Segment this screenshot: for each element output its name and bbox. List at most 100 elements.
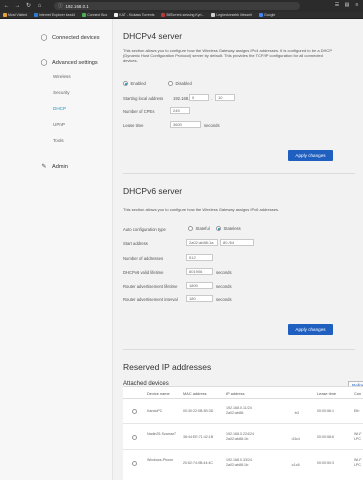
library-icon[interactable]: ☰ — [334, 2, 340, 8]
starting-address-octet3-input[interactable]: 0 — [189, 94, 209, 101]
dhcpv6-apply-button[interactable]: Apply changes — [288, 324, 333, 335]
url-bar[interactable]: ⓘ 192.168.0.1 — [54, 2, 300, 10]
sidebar-icon[interactable]: ▤ — [344, 2, 350, 8]
lease-time: 00:00:58:6 — [317, 435, 334, 439]
bookmark-icon — [82, 13, 86, 17]
router-adv-lifetime-label: Router advertisement lifetime — [123, 284, 178, 289]
starting-address-prefix: 192.168. — [173, 96, 190, 101]
bookmark-item[interactable]: Legkedvesebb lítészeti — [211, 13, 252, 17]
lease-time: 00:00:56:1 — [317, 409, 334, 413]
router-adv-lifetime-input[interactable]: 1800 — [186, 282, 213, 289]
sidebar-item-wireless[interactable]: Wireless — [53, 74, 71, 79]
bookmark-icon — [259, 13, 263, 17]
forward-icon[interactable]: → — [13, 2, 22, 11]
valid-lifetime-label: DHCPv6 valid lifetime — [123, 270, 164, 275]
home-icon[interactable]: ⌂ — [35, 2, 44, 11]
bookmark-item[interactable]: Most Visited — [3, 13, 27, 17]
reserved-ip-title: Reserved IP addresses — [123, 362, 212, 372]
num-addresses-label: Number of addresses — [123, 256, 164, 261]
back-icon[interactable]: ← — [2, 2, 11, 11]
start-address-input[interactable]: 2a02:ab88:1a — [186, 239, 218, 246]
radio-unchecked-icon — [188, 226, 193, 231]
url-text: 192.168.0.1 — [65, 3, 89, 9]
sidebar-item-security[interactable]: Security — [53, 90, 70, 95]
octet-separator: . — [211, 96, 213, 101]
ipv6-suffix: :b3 — [294, 411, 299, 415]
lease-time-input[interactable]: 3600 — [170, 121, 201, 128]
lease-time-label: Lease time — [123, 123, 144, 128]
bookmark-icon — [211, 13, 215, 17]
valid-lifetime-unit: seconds — [216, 270, 232, 275]
dhcpv4-enabled-radio[interactable]: Enabled — [123, 81, 146, 86]
ipv4-address: 192.168.0.33/24 — [226, 458, 252, 462]
settings-icon: ◯ — [40, 60, 48, 66]
starting-address-label: Starting local address — [123, 96, 164, 101]
router-adv-interval-input[interactable]: 180 — [186, 295, 213, 302]
info-icon: ⓘ — [58, 3, 63, 8]
dhcpv4-disabled-radio[interactable]: Disabled — [168, 81, 192, 86]
mac-address: 38:44:EE:71:42:1B — [183, 435, 214, 439]
router-adv-lifetime-unit: seconds — [216, 284, 232, 289]
row-select-radio[interactable] — [132, 435, 137, 440]
ipv6-address: 2a02:ab88: — [226, 411, 244, 415]
table-row[interactable]: KandoPC 00:30:22:0B:3B:3D 192.168.0.11/2… — [123, 399, 363, 424]
sidebar-connected-devices[interactable]: ◯ Connected devices — [40, 34, 100, 42]
bookmark-item[interactable]: BitTorrent-sessing Kyri... — [161, 13, 204, 17]
table-row[interactable]: Nadin25-Szamar7 38:44:EE:71:42:1B 192.16… — [123, 425, 363, 450]
table-row[interactable]: Windows-Phone 20:62:74:0B:44:4C 192.168.… — [123, 451, 363, 476]
column-header: MAC address — [183, 390, 207, 396]
device-name: KandoPC — [147, 409, 163, 413]
radio-checked-icon — [123, 81, 128, 86]
bookmark-icon — [3, 13, 7, 17]
dhcpv4-apply-button[interactable]: Apply changes — [288, 150, 333, 161]
start-address-suffix-input[interactable]: 80 /64 — [220, 239, 254, 246]
stateless-radio[interactable]: Stateless — [216, 226, 241, 231]
dhcpv6-title: DHCPv6 server — [123, 186, 183, 196]
bookmark-icon — [34, 13, 38, 17]
section-divider — [123, 349, 355, 350]
pencil-icon: ✎ — [41, 164, 47, 170]
router-adv-interval-unit: seconds — [216, 297, 232, 302]
column-header: IP address — [226, 390, 245, 396]
lease-time: 00:00:50:3 — [317, 461, 334, 465]
ipv4-address: 192.168.0.11/24 — [226, 406, 252, 410]
starting-address-octet4-input[interactable]: 10 — [215, 94, 235, 101]
row-select-radio[interactable] — [132, 409, 137, 414]
bookmark-item[interactable]: Connect Box — [82, 13, 107, 17]
bookmark-icon — [161, 13, 165, 17]
column-header: Device name — [147, 390, 170, 396]
dhcpv6-description: This section allows you to configure how… — [123, 207, 280, 212]
sidebar-item-tools[interactable]: Tools — [53, 138, 64, 143]
num-cpes-input[interactable]: 245 — [170, 107, 190, 114]
bookmark-item[interactable]: KAT - Kickass Torrents — [114, 13, 154, 17]
sidebar-item-dhcp[interactable]: DHCP — [53, 106, 66, 111]
num-cpes-label: Number of CPEs — [123, 109, 155, 114]
sidebar-item-upnp[interactable]: UPnP — [53, 122, 65, 127]
row-select-radio[interactable] — [132, 461, 137, 466]
sidebar-advanced-settings[interactable]: ◯ Advanced settings — [40, 59, 98, 67]
mac-address: 00:30:22:0B:3B:3D — [183, 409, 214, 413]
radio-unchecked-icon — [168, 81, 173, 86]
sidebar-admin[interactable]: ✎ Admin — [40, 163, 67, 171]
ipv6-address: 2a02:ab88:1b: — [226, 463, 249, 467]
radio-checked-icon — [216, 226, 221, 231]
section-divider — [123, 173, 355, 174]
dhcpv4-description: This section allows you to configure how… — [123, 48, 332, 64]
start-address-label: Start address — [123, 241, 148, 246]
browser-toolbar: ← → ↻ ⌂ ⓘ 192.168.0.1 ☰ ▤ ≡ — [0, 0, 363, 12]
bookmark-item[interactable]: Internet Explorer kezdő — [34, 13, 75, 17]
lease-time-unit: seconds — [204, 123, 220, 128]
bookmarks-bar: Most Visited Internet Explorer kezdő Con… — [0, 12, 363, 19]
menu-icon[interactable]: ≡ — [354, 2, 360, 8]
stateful-radio[interactable]: Stateful — [188, 226, 210, 231]
bookmark-item[interactable]: Google — [259, 13, 275, 17]
valid-lifetime-input[interactable]: 801906 — [186, 268, 213, 275]
num-addresses-input[interactable]: 512 — [186, 254, 213, 261]
connection-type: Eth — [354, 409, 360, 413]
device-name: Nadin25-Szamar7 — [147, 432, 176, 436]
ipv6-address: 2a02:ab88:1b: — [226, 437, 249, 441]
connection-type: Wi-F LPC — [354, 458, 362, 467]
mac-address: 20:62:74:0B:44:4C — [183, 461, 213, 465]
connection-type: Wi-F LPC — [354, 432, 362, 441]
reload-icon[interactable]: ↻ — [24, 2, 33, 11]
